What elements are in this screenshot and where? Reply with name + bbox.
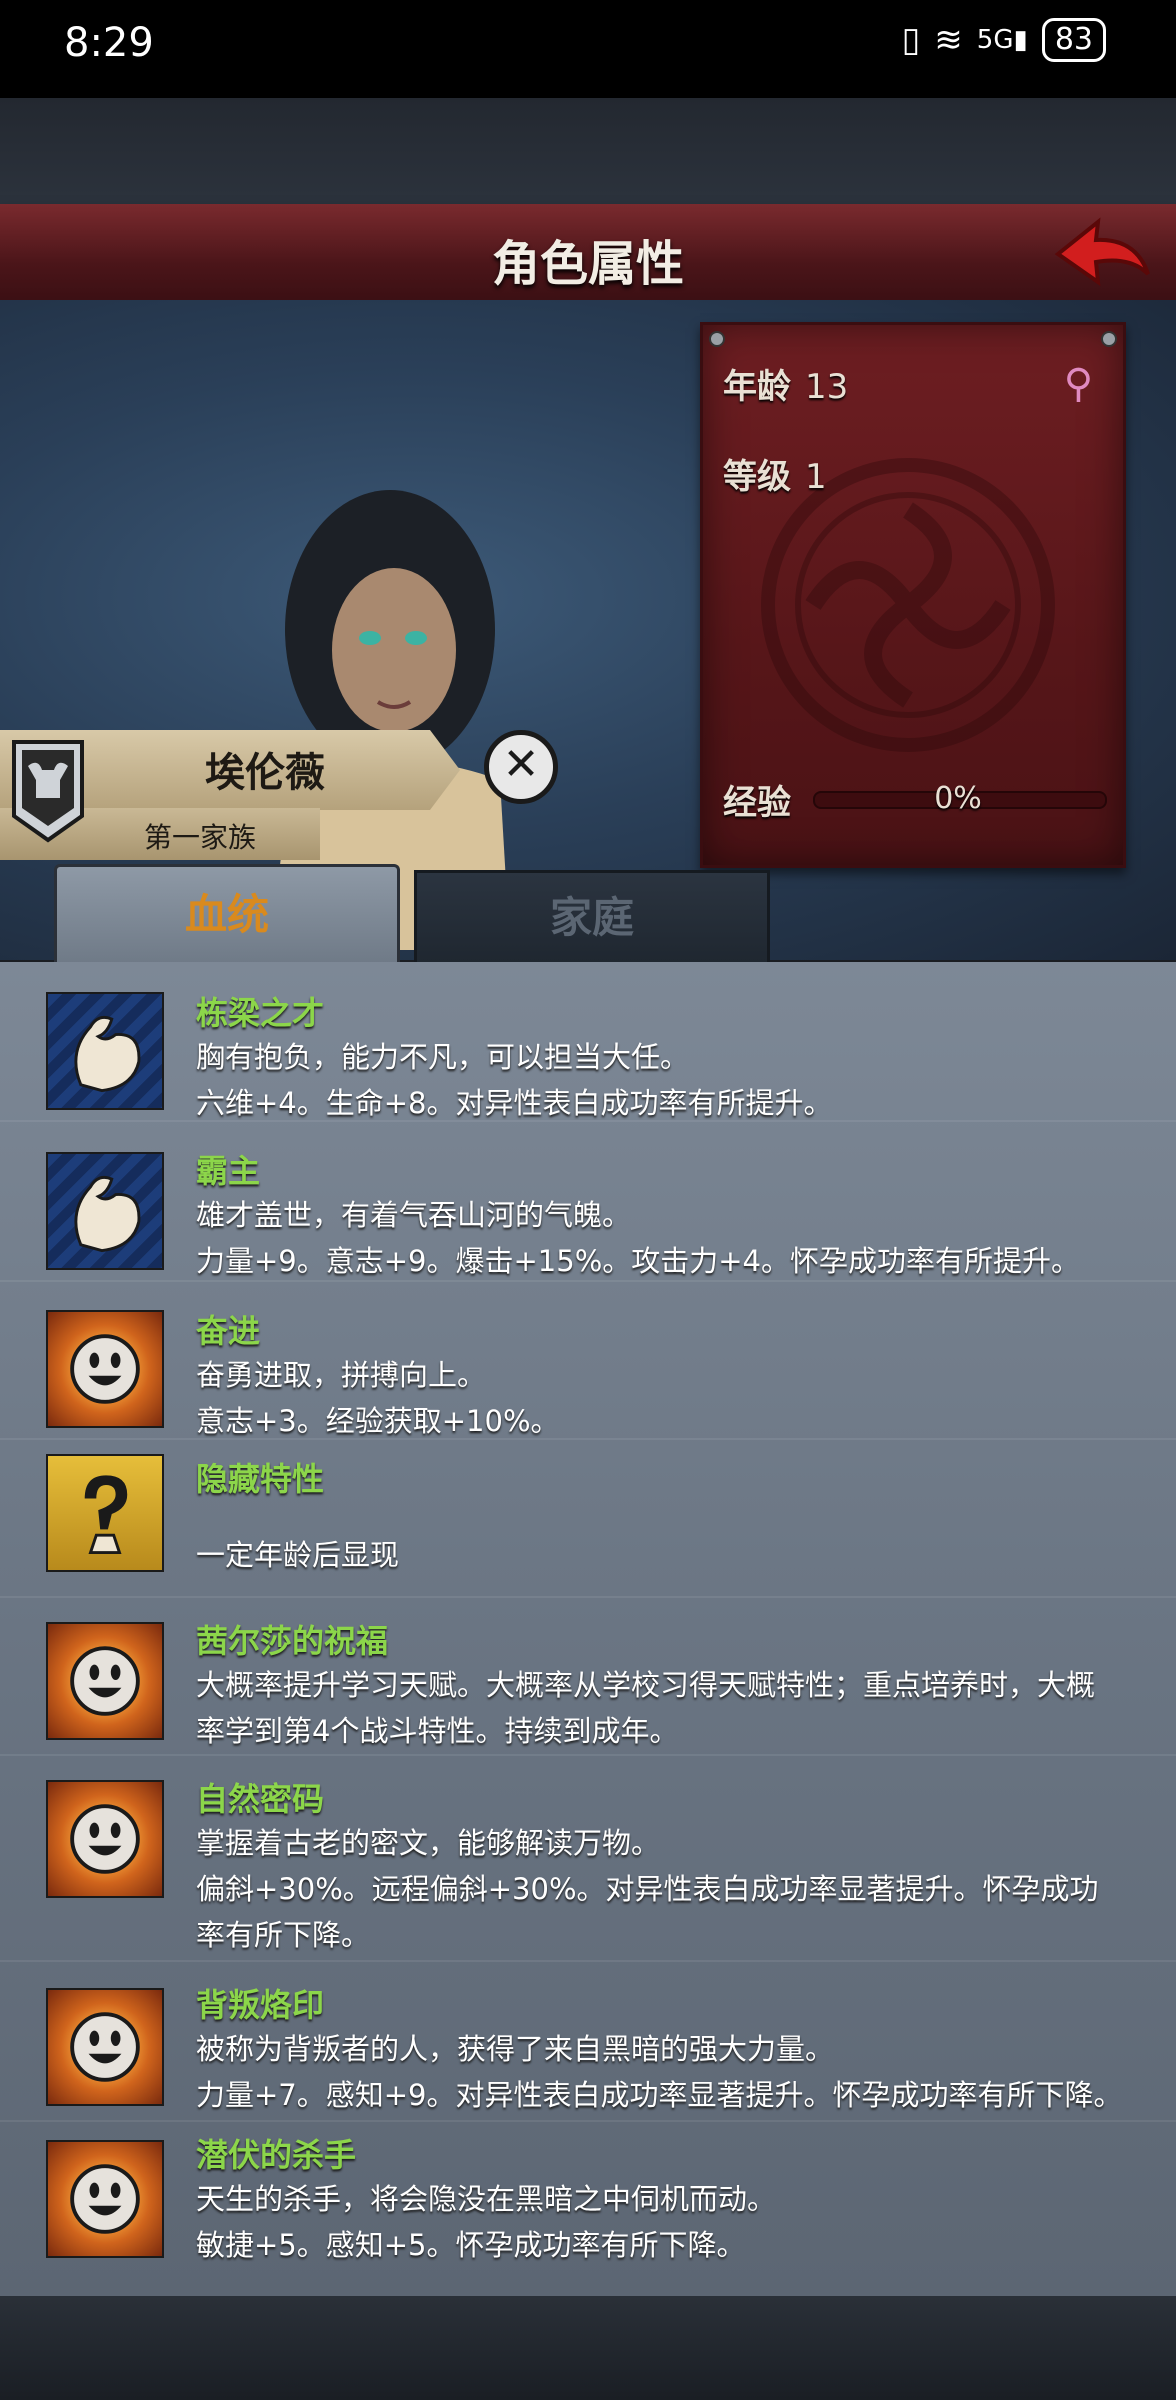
trait-desc: 被称为背叛者的人，获得了来自黑暗的强大力量。 xyxy=(196,2032,835,2066)
pin-icon xyxy=(1101,331,1117,347)
status-time: 8:29 xyxy=(64,20,154,66)
trait-desc: 大概率提升学习天赋。大概率从学校习得天赋特性；重点培养时，大概 xyxy=(196,1668,1096,1702)
trait-effect: 敏捷+5。感知+5。怀孕成功率有所下降。 xyxy=(196,2228,746,2262)
status-bar: 8:29 ▯ ≋ 5G▮ 83 xyxy=(0,0,1176,98)
traits-list[interactable]: 栋梁之才 胸有抱负，能力不凡，可以担当大任。 六维+4。生命+8。对异性表白成功… xyxy=(0,962,1176,2296)
trait-desc: 胸有抱负，能力不凡，可以担当大任。 xyxy=(196,1040,690,1074)
trait-desc: 掌握着古老的密文，能够解读万物。 xyxy=(196,1826,661,1860)
status-icons: ▯ ≋ 5G▮ 83 xyxy=(902,18,1106,62)
trait-name: 背叛烙印 xyxy=(196,1986,325,2024)
trait-desc: 奋勇进取，拼搏向上。 xyxy=(196,1358,487,1392)
tab-bar: 血统 家庭 xyxy=(0,860,1176,966)
network-label: 5G xyxy=(976,25,1014,55)
trait-effect-cont: 率有所下降。 xyxy=(196,1918,371,1952)
bull-crest-icon xyxy=(12,740,84,843)
trait-effect: 力量+7。感知+9。对异性表白成功率显著提升。怀孕成功率有所下降。 xyxy=(196,2078,1123,2112)
trait-name: 霸主 xyxy=(196,1152,261,1190)
muscle-icon xyxy=(46,1152,164,1270)
signal-icon: 5G▮ xyxy=(976,25,1028,55)
trait-row: 茜尔莎的祝福 大概率提升学习天赋。大概率从学校习得天赋特性；重点培养时，大概 率… xyxy=(0,1596,1176,1756)
back-arrow-icon[interactable] xyxy=(1050,212,1154,296)
exp-label-text: 经验 xyxy=(723,783,791,823)
trait-name: 茜尔莎的祝福 xyxy=(196,1622,389,1660)
trait-name: 隐藏特性 xyxy=(196,1460,325,1498)
battery-icon: 83 xyxy=(1041,18,1106,62)
trait-row: 奋进 奋勇进取，拼搏向上。 意志+3。经验获取+10%。 xyxy=(0,1280,1176,1440)
tab-bloodline[interactable]: 血统 xyxy=(54,864,400,963)
smile-icon xyxy=(46,2140,164,2258)
trait-name: 奋进 xyxy=(196,1312,261,1350)
trait-name: 栋梁之才 xyxy=(196,994,325,1032)
smile-icon xyxy=(46,1780,164,1898)
trait-desc: 天生的杀手，将会隐没在黑暗之中伺机而动。 xyxy=(196,2182,777,2216)
vibrate-icon: ▯ xyxy=(901,20,921,60)
trait-effect: 率学到第4个战斗特性。持续到成年。 xyxy=(196,1714,679,1748)
level-row: 等级 1 xyxy=(723,449,827,498)
wifi-icon: ≋ xyxy=(934,20,963,60)
trait-row: 背叛烙印 被称为背叛者的人，获得了来自黑暗的强大力量。 力量+7。感知+9。对异… xyxy=(0,1960,1176,2122)
age-value: 13 xyxy=(805,367,849,407)
tab-family[interactable]: 家庭 xyxy=(414,870,770,966)
family-name: 第一家族 xyxy=(143,821,256,854)
exp-value: 0% xyxy=(934,781,982,816)
exp-label: 经验 xyxy=(723,775,791,824)
page-title: 角色属性 xyxy=(491,236,684,292)
muscle-icon xyxy=(46,992,164,1110)
trait-row: 自然密码 掌握着古老的密文，能够解读万物。 偏斜+30%。远程偏斜+30%。对异… xyxy=(0,1754,1176,1962)
level-label: 等级 xyxy=(723,457,791,497)
trait-row: 潜伏的杀手 天生的杀手，将会隐没在黑暗之中伺机而动。 敏捷+5。感知+5。怀孕成… xyxy=(0,2120,1176,2296)
top-band xyxy=(0,98,1176,208)
bottom-band xyxy=(0,2296,1176,2400)
question-icon xyxy=(46,1454,164,1572)
female-icon: ⚲ xyxy=(1063,361,1093,407)
trait-row: 霸主 雄才盖世，有着气吞山河的气魄。 力量+9。意志+9。爆击+15%。攻击力+… xyxy=(0,1120,1176,1282)
trait-name: 自然密码 xyxy=(196,1780,325,1818)
trait-row: 栋梁之才 胸有抱负，能力不凡，可以担当大任。 六维+4。生命+8。对异性表白成功… xyxy=(0,962,1176,1122)
celtic-knot-emblem xyxy=(761,458,1055,752)
trait-name: 潜伏的杀手 xyxy=(196,2136,357,2174)
smile-icon xyxy=(46,1622,164,1740)
trait-effect: 偏斜+30%。远程偏斜+30%。对异性表白成功率显著提升。怀孕成功 xyxy=(196,1872,1099,1906)
smile-icon xyxy=(46,1310,164,1428)
character-name: 埃伦薇 xyxy=(205,750,325,796)
age-label: 年龄 xyxy=(723,367,791,407)
age-row: 年龄 13 xyxy=(723,359,848,408)
smile-icon xyxy=(46,1988,164,2106)
trait-row: 隐藏特性 一定年龄后显现 xyxy=(0,1438,1176,1598)
trait-desc: 雄才盖世，有着气吞山河的气魄。 xyxy=(196,1198,632,1232)
level-value: 1 xyxy=(805,457,827,497)
close-button[interactable]: ✕ xyxy=(484,730,558,804)
trait-effect: 力量+9。意志+9。爆击+15%。攻击力+4。怀孕成功率有所提升。 xyxy=(196,1244,1081,1278)
title-bar: 角色属性 xyxy=(0,204,1176,308)
pin-icon xyxy=(709,331,725,347)
stats-panel: 年龄 13 ⚲ 等级 1 经验 0% xyxy=(700,322,1126,868)
trait-effect: 一定年龄后显现 xyxy=(196,1538,400,1572)
